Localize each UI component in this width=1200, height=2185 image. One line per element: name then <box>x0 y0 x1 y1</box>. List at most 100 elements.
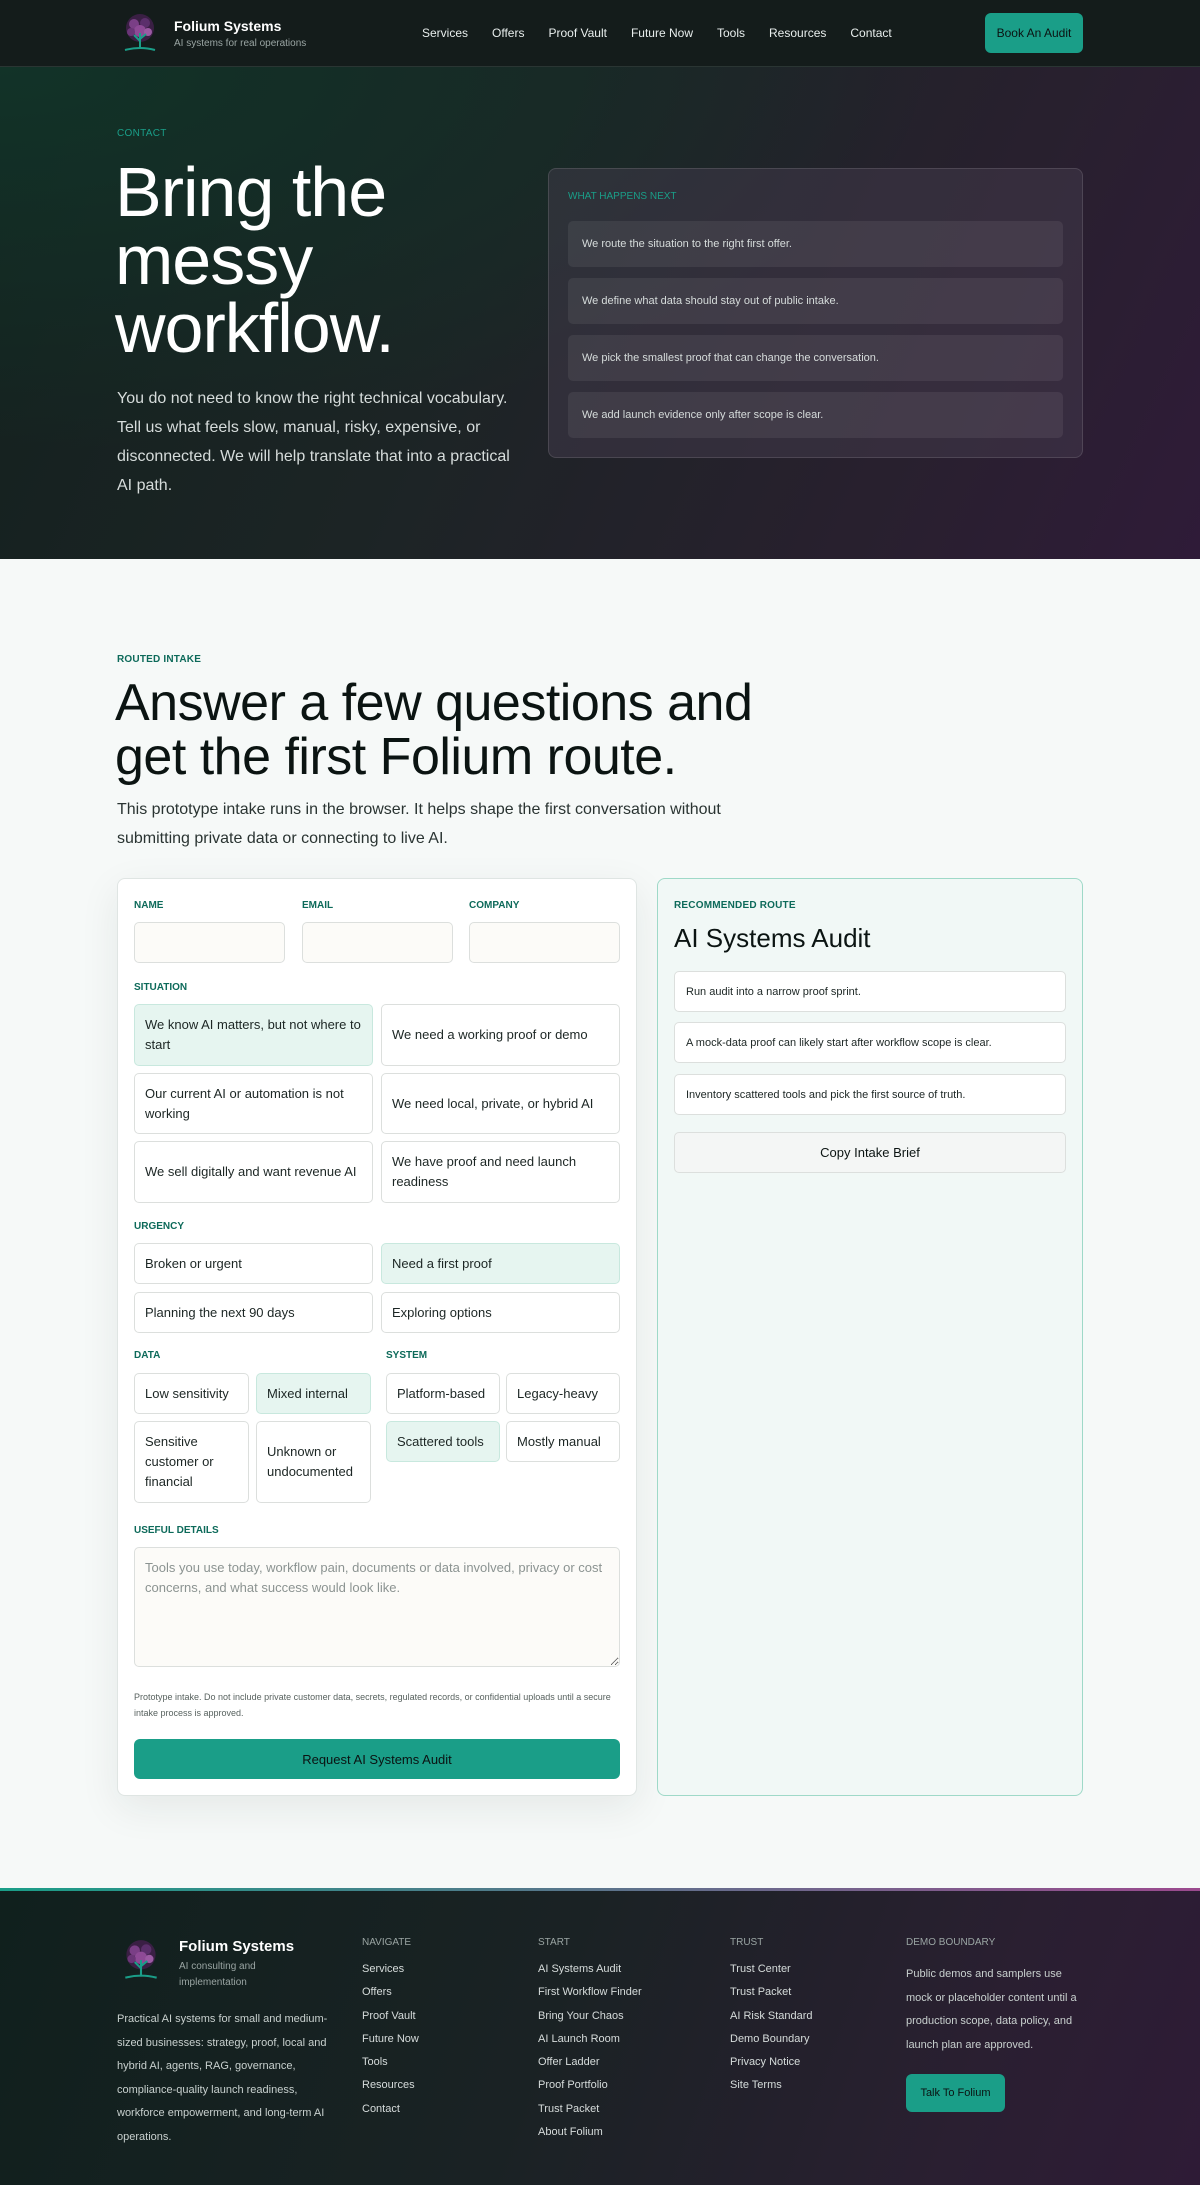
footer-link[interactable]: Trust Packet <box>730 1981 813 2004</box>
footer-link[interactable]: Privacy Notice <box>730 2051 813 2074</box>
urgency-label: URGENCY <box>134 1221 185 1232</box>
footer-link[interactable]: Resources <box>362 2074 419 2097</box>
footer-link[interactable]: Services <box>362 1958 419 1981</box>
what-happens-next-card: WHAT HAPPENS NEXT We route the situation… <box>548 168 1083 458</box>
footer-link[interactable]: AI Systems Audit <box>538 1958 642 1981</box>
situation-option[interactable]: Our current AI or automation is not work… <box>134 1073 373 1134</box>
recommended-route-panel: RECOMMENDED ROUTE AI Systems Audit Run a… <box>657 878 1083 1796</box>
intake-title: Answer a few questions and get the first… <box>115 674 753 786</box>
nav-links: Services Offers Proof Vault Future Now T… <box>422 26 892 40</box>
footer-demo-title: DEMO BOUNDARY <box>906 1937 996 1948</box>
email-field[interactable] <box>302 922 453 963</box>
next-step-item: We define what data should stay out of p… <box>568 278 1063 324</box>
system-option[interactable]: Scattered tools <box>386 1421 500 1462</box>
footer-navigate-list: Services Offers Proof Vault Future Now T… <box>362 1958 419 2121</box>
route-title: AI Systems Audit <box>674 923 871 953</box>
company-field[interactable] <box>469 922 620 963</box>
route-eyebrow: RECOMMENDED ROUTE <box>674 900 796 911</box>
system-option[interactable]: Platform-based <box>386 1373 500 1414</box>
data-label: DATA <box>134 1350 161 1361</box>
footer-link[interactable]: AI Launch Room <box>538 2028 642 2051</box>
useful-details-textarea[interactable] <box>134 1547 620 1667</box>
footer-description: Practical AI systems for small and mediu… <box>117 2013 328 2143</box>
situation-option[interactable]: We need a working proof or demo <box>381 1004 620 1066</box>
details-label: USEFUL DETAILS <box>134 1525 219 1536</box>
footer-link[interactable]: Tools <box>362 2051 419 2074</box>
book-audit-button[interactable]: Book An Audit <box>985 13 1083 53</box>
footer-link[interactable]: Trust Center <box>730 1958 813 1981</box>
situation-option[interactable]: We sell digitally and want revenue AI <box>134 1141 373 1203</box>
system-option[interactable]: Legacy-heavy <box>506 1373 620 1414</box>
footer-tagline: AI consulting and implementation <box>179 1961 256 1988</box>
data-option[interactable]: Sensitive customer or financial <box>134 1421 249 1503</box>
intake-eyebrow: ROUTED INTAKE <box>117 654 202 665</box>
system-option[interactable]: Mostly manual <box>506 1421 620 1462</box>
tree-logo-icon[interactable] <box>117 1937 165 1985</box>
footer-link[interactable]: AI Risk Standard <box>730 2005 813 2028</box>
urgency-option[interactable]: Need a first proof <box>381 1243 620 1284</box>
footer-link[interactable]: Offers <box>362 1981 419 2004</box>
intake-body: This prototype intake runs in the browse… <box>117 801 721 847</box>
footer-link[interactable]: Future Now <box>362 2028 419 2051</box>
company-label: COMPANY <box>469 900 520 911</box>
footer-link[interactable]: Offer Ladder <box>538 2051 642 2074</box>
card-eyebrow: WHAT HAPPENS NEXT <box>568 191 677 202</box>
hero-title: Bring the messy workflow. <box>115 153 395 367</box>
footer-link[interactable]: Proof Portfolio <box>538 2074 642 2097</box>
site-footer: Folium Systems AI consulting and impleme… <box>0 1888 1200 2185</box>
talk-to-folium-button[interactable]: Talk To Folium <box>906 2074 1005 2112</box>
urgency-option[interactable]: Planning the next 90 days <box>134 1292 373 1333</box>
nav-link-contact[interactable]: Contact <box>850 26 891 40</box>
footer-brand[interactable]: Folium Systems <box>179 1938 294 1955</box>
footer-link[interactable]: Contact <box>362 2098 419 2121</box>
footer-link[interactable]: About Folium <box>538 2121 642 2144</box>
footer-link[interactable]: Trust Packet <box>538 2098 642 2121</box>
situation-option[interactable]: We need local, private, or hybrid AI <box>381 1073 620 1134</box>
hero-eyebrow: CONTACT <box>117 128 167 139</box>
system-label: SYSTEM <box>386 1350 428 1361</box>
privacy-note: Prototype intake. Do not include private… <box>134 1692 611 1718</box>
route-step: Run audit into a narrow proof sprint. <box>674 971 1066 1012</box>
footer-link[interactable]: Demo Boundary <box>730 2028 813 2051</box>
next-step-item: We route the situation to the right firs… <box>568 221 1063 267</box>
situation-option[interactable]: We know AI matters, but not where to sta… <box>134 1004 373 1066</box>
footer-navigate-title: NAVIGATE <box>362 1937 412 1948</box>
nav-link-offers[interactable]: Offers <box>492 26 524 40</box>
next-step-item: We add launch evidence only after scope … <box>568 392 1063 438</box>
nav-link-future-now[interactable]: Future Now <box>631 26 693 40</box>
name-field[interactable] <box>134 922 285 963</box>
data-option[interactable]: Unknown or undocumented <box>256 1421 371 1503</box>
situation-option[interactable]: We have proof and need launch readiness <box>381 1141 620 1203</box>
name-label: NAME <box>134 900 164 911</box>
footer-demo-text: Public demos and samplers use mock or pl… <box>906 1968 1077 2051</box>
nav-link-tools[interactable]: Tools <box>717 26 745 40</box>
data-option[interactable]: Mixed internal <box>256 1373 371 1414</box>
footer-start-title: START <box>538 1937 570 1948</box>
copy-intake-brief-button[interactable]: Copy Intake Brief <box>674 1132 1066 1173</box>
hero-body: You do not need to know the right techni… <box>117 390 510 494</box>
urgency-option[interactable]: Exploring options <box>381 1292 620 1333</box>
footer-link[interactable]: Site Terms <box>730 2074 813 2097</box>
footer-link[interactable]: Bring Your Chaos <box>538 2005 642 2028</box>
request-audit-button[interactable]: Request AI Systems Audit <box>134 1739 620 1779</box>
nav-link-resources[interactable]: Resources <box>769 26 826 40</box>
footer-trust-title: TRUST <box>730 1937 764 1948</box>
footer-link[interactable]: First Workflow Finder <box>538 1981 642 2004</box>
route-step: Inventory scattered tools and pick the f… <box>674 1074 1066 1115</box>
urgency-option[interactable]: Broken or urgent <box>134 1243 373 1284</box>
nav-link-services[interactable]: Services <box>422 26 468 40</box>
route-step: A mock-data proof can likely start after… <box>674 1022 1066 1063</box>
data-option[interactable]: Low sensitivity <box>134 1373 249 1414</box>
tree-logo-icon[interactable] <box>117 11 163 57</box>
email-label: EMAIL <box>302 900 334 911</box>
footer-start-list: AI Systems Audit First Workflow Finder B… <box>538 1958 642 2144</box>
intake-form: NAME EMAIL COMPANY SITUATION We know AI … <box>117 878 637 1796</box>
nav-link-proof-vault[interactable]: Proof Vault <box>548 26 606 40</box>
brand-name[interactable]: Folium Systems <box>174 18 281 34</box>
top-navigation: Folium Systems AI systems for real opera… <box>0 0 1200 67</box>
next-step-item: We pick the smallest proof that can chan… <box>568 335 1063 381</box>
footer-link[interactable]: Proof Vault <box>362 2005 419 2028</box>
brand-tagline: AI systems for real operations <box>174 38 307 49</box>
footer-trust-list: Trust Center Trust Packet AI Risk Standa… <box>730 1958 813 2098</box>
situation-label: SITUATION <box>134 982 188 993</box>
